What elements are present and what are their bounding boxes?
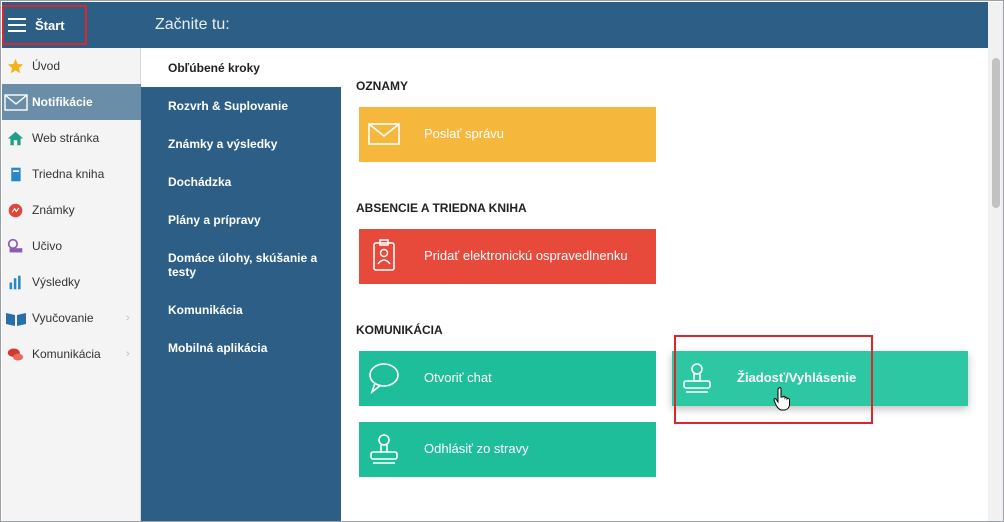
tile-label: Odhlásiť zo stravy (424, 441, 529, 456)
tile-label: Poslať správu (424, 126, 505, 141)
envelope-icon (4, 94, 28, 111)
stamp-icon (367, 432, 401, 466)
open-book-icon (5, 310, 27, 327)
home-icon (7, 130, 24, 147)
badge-icon (367, 239, 401, 273)
tile-label: Otvoriť chat (424, 370, 492, 385)
tile-label: Žiadosť/Vyhlásenie (737, 370, 857, 385)
section-title-oznamy: OZNAMY (356, 79, 408, 93)
sidebar-nav: Úvod Notifikácie Web stránka Triedna kni… (2, 48, 141, 372)
scrollbar-thumb[interactable] (992, 58, 1000, 208)
otvorit-chat-button[interactable]: Otvoriť chat (359, 351, 656, 406)
section-title-absencie: ABSENCIE A TRIEDNA KNIHA (356, 201, 527, 215)
sidebar-item-vyucovanie[interactable]: Vyučovanie › (2, 300, 141, 336)
category-item-mobilna-aplikacia[interactable]: Mobilná aplikácia (141, 341, 341, 355)
sidebar-item-web-stranka[interactable]: Web stránka (2, 120, 141, 156)
category-item-komunikacia[interactable]: Komunikácia (141, 303, 341, 317)
odhlasit-zo-stravy-button[interactable]: Odhlásiť zo stravy (359, 422, 656, 477)
main-content: OZNAMY Poslať správu ABSENCIE A TRIEDNA … (341, 48, 988, 521)
envelope-icon (367, 117, 401, 151)
sidebar-item-label: Úvod (32, 59, 61, 73)
bar-chart-icon (7, 274, 24, 291)
poslat-spravu-button[interactable]: Poslať správu (359, 107, 656, 162)
sidebar-item-uvod[interactable]: Úvod (2, 48, 141, 84)
sidebar-item-triedna-kniha[interactable]: Triedna kniha (2, 156, 141, 192)
category-item-znamky[interactable]: Známky a výsledky (141, 137, 341, 151)
sidebar-item-ucivo[interactable]: Učivo (2, 228, 141, 264)
start-bar: Štart (2, 2, 141, 48)
hand-cursor-icon (773, 387, 791, 411)
sidebar-item-label: Web stránka (32, 131, 100, 145)
app-window: Štart Úvod Notifikácie Web stránka Tried… (0, 0, 1004, 522)
book-icon (7, 166, 24, 183)
sidebar-item-notifikacie[interactable]: Notifikácie (2, 84, 141, 120)
header-bar: Začnite tu: (141, 2, 988, 48)
chat-bubbles-icon (7, 346, 24, 363)
sidebar-item-label: Triedna kniha (32, 167, 105, 181)
category-item-dochadzka[interactable]: Dochádzka (141, 175, 341, 189)
star-icon (7, 58, 24, 75)
sidebar-item-label: Notifikácie (32, 95, 93, 109)
hamburger-icon (8, 18, 26, 32)
chevron-right-icon: › (126, 312, 130, 324)
speech-bubble-icon (367, 361, 401, 395)
sidebar-item-label: Komunikácia (32, 347, 101, 361)
sidebar-item-label: Vyučovanie (32, 311, 94, 325)
tile-label: Pridať elektronickú ospravedlnenku (424, 248, 628, 263)
sidebar-item-label: Známky (32, 203, 75, 217)
sidebar-item-vysledky[interactable]: Výsledky (2, 264, 141, 300)
start-menu-button[interactable]: Štart (2, 5, 87, 45)
category-item-oblubene-kroky[interactable]: Obľúbené kroky (141, 48, 341, 87)
sidebar-item-label: Učivo (32, 239, 63, 253)
sidebar: Štart Úvod Notifikácie Web stránka Tried… (2, 2, 141, 521)
pridat-ospravedlnenku-button[interactable]: Pridať elektronickú ospravedlnenku (359, 229, 656, 284)
page-title: Začnite tu: (155, 16, 230, 33)
sidebar-item-label: Výsledky (32, 275, 81, 289)
stamp-icon (680, 361, 714, 395)
ziadost-vyhlasenie-button[interactable]: Žiadosť/Vyhlásenie (672, 351, 968, 406)
category-item-domace-ulohy[interactable]: Domáce úlohy, skúšanie a testy (141, 251, 341, 279)
category-list: Obľúbené kroky Rozvrh & Suplovanie Známk… (141, 48, 341, 521)
curriculum-icon (7, 238, 24, 255)
category-item-rozvrh[interactable]: Rozvrh & Suplovanie (141, 99, 341, 113)
start-label: Štart (35, 17, 65, 33)
section-title-komunikacia: KOMUNIKÁCIA (356, 323, 443, 337)
chevron-right-icon: › (126, 348, 130, 360)
category-item-plany[interactable]: Plány a prípravy (141, 213, 341, 227)
grades-icon (7, 202, 24, 219)
sidebar-item-komunikacia[interactable]: Komunikácia › (2, 336, 141, 372)
vertical-scrollbar[interactable] (988, 2, 1003, 521)
sidebar-item-znamky[interactable]: Známky (2, 192, 141, 228)
